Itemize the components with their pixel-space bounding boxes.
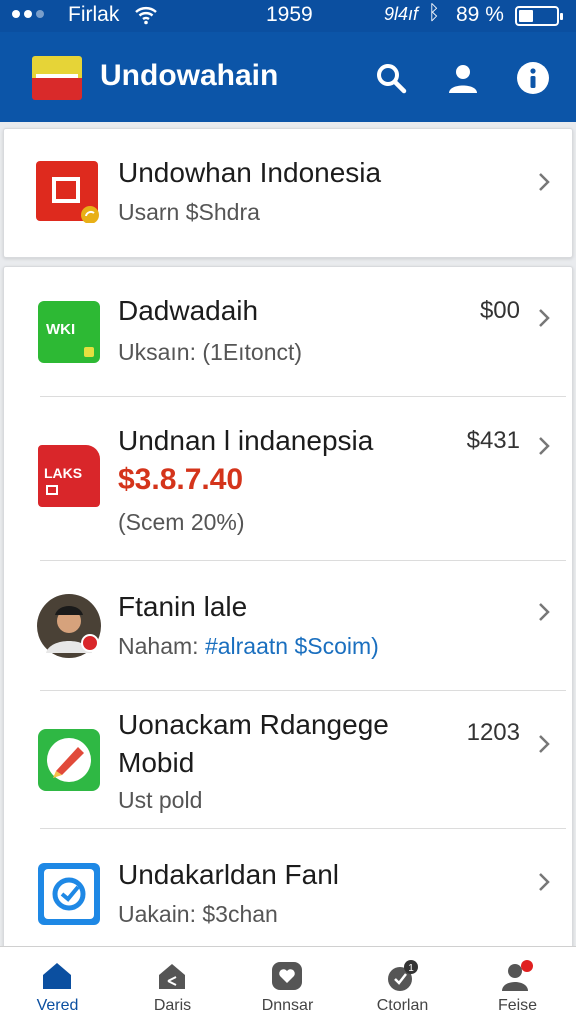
- listing-card: WKI Dadwadaih Uksaın: (1Eıtonct) $00 LAK…: [3, 266, 573, 956]
- featured-card[interactable]: Undowhan Indonesia Usarn $Shdra: [3, 128, 573, 258]
- chevron-right-icon: [539, 735, 550, 753]
- tab-ctorlan[interactable]: 1 Ctorlan: [345, 947, 460, 1024]
- bottom-navigation: Vered Daris Dnnsar 1 Ctorlan Feise: [0, 946, 576, 1024]
- wifi-icon: [135, 7, 157, 25]
- list-item[interactable]: WKI Dadwadaih Uksaın: (1Eıtonct) $00: [4, 267, 572, 397]
- wiki-app-icon: WKI: [38, 301, 100, 363]
- carrier-name: Firlak: [68, 3, 120, 26]
- home-icon: [43, 963, 71, 989]
- item-title: Undakarldan Fanl: [118, 859, 340, 890]
- chevron-right-icon: [539, 173, 550, 191]
- item-title: Uonackam Rdangege: [118, 709, 389, 740]
- chevron-right-icon: [539, 437, 550, 455]
- svg-text:1: 1: [408, 963, 414, 974]
- chevron-right-icon: [539, 603, 550, 621]
- house-share-icon: [159, 964, 185, 989]
- list-item[interactable]: Undakarldan Fanl Uakain: $3chan: [4, 829, 572, 955]
- item-subtitle: Uakain: $3chan: [118, 901, 278, 927]
- app-title: Undowahain: [100, 59, 279, 92]
- search-icon[interactable]: [374, 61, 408, 95]
- item-subtitle: Uksaın: (1Eıtonct): [118, 339, 303, 365]
- chevron-right-icon: [539, 309, 550, 327]
- featured-subtitle: Usarn $Shdra: [118, 199, 260, 225]
- list-item[interactable]: Ftanin lale Naham: #alraatn $Scoim): [4, 561, 572, 691]
- item-subtitle: Ust pold: [118, 787, 203, 813]
- profile-icon: [502, 960, 533, 991]
- signal-icon: [12, 10, 44, 18]
- featured-title: Undowhan Indonesia: [118, 157, 382, 188]
- item-price: $00: [479, 297, 520, 324]
- item-subtitle: Naham: #alraatn $Scoim): [118, 633, 379, 659]
- heart-chat-icon: [272, 962, 302, 990]
- clock-app-icon: [38, 863, 100, 925]
- tab-feise[interactable]: Feise: [460, 947, 575, 1024]
- avatar: [37, 594, 101, 658]
- bluetooth-icon: ᛒ: [428, 2, 440, 24]
- list-item[interactable]: Uonackam Rdangege Mobid Ust pold 1203: [4, 691, 572, 829]
- item-subtitle: (Scem 20%): [118, 509, 245, 535]
- network-indicator: 9l4ıf: [384, 4, 419, 24]
- item-link[interactable]: #alraatn $Scoim): [205, 633, 379, 659]
- item-price: 1203: [466, 719, 520, 746]
- item-title: Dadwadaih: [118, 295, 259, 326]
- tab-daris[interactable]: Daris: [115, 947, 230, 1024]
- edit-app-icon: [38, 729, 100, 791]
- clock: 1959: [266, 3, 313, 26]
- laks-app-icon: LAKS: [38, 445, 100, 507]
- store-icon: [36, 161, 99, 223]
- chevron-right-icon: [539, 873, 550, 891]
- list-item[interactable]: LAKS Undnan l indanepsia $3.8.7.40 (Scem…: [4, 397, 572, 561]
- app-bar: Undowahain: [0, 32, 576, 122]
- person-icon[interactable]: [446, 61, 480, 95]
- tab-home[interactable]: Vered: [0, 947, 115, 1024]
- tab-dnnsar[interactable]: Dnnsar: [230, 947, 345, 1024]
- item-price-highlight: $3.8.7.40: [118, 463, 244, 496]
- notification-badge-icon: 1: [388, 960, 418, 991]
- app-logo: [32, 56, 82, 100]
- item-title: Undnan l indanepsia: [118, 425, 374, 456]
- item-title: Ftanin lale: [118, 591, 248, 622]
- battery-percent: 89 %: [456, 3, 504, 26]
- status-bar: Firlak 1959 9l4ıf ᛒ 89 %: [0, 0, 576, 32]
- item-price: $431: [466, 427, 520, 454]
- item-title-line2: Mobid: [118, 747, 195, 778]
- battery-icon: [515, 6, 563, 26]
- info-icon[interactable]: [516, 61, 550, 95]
